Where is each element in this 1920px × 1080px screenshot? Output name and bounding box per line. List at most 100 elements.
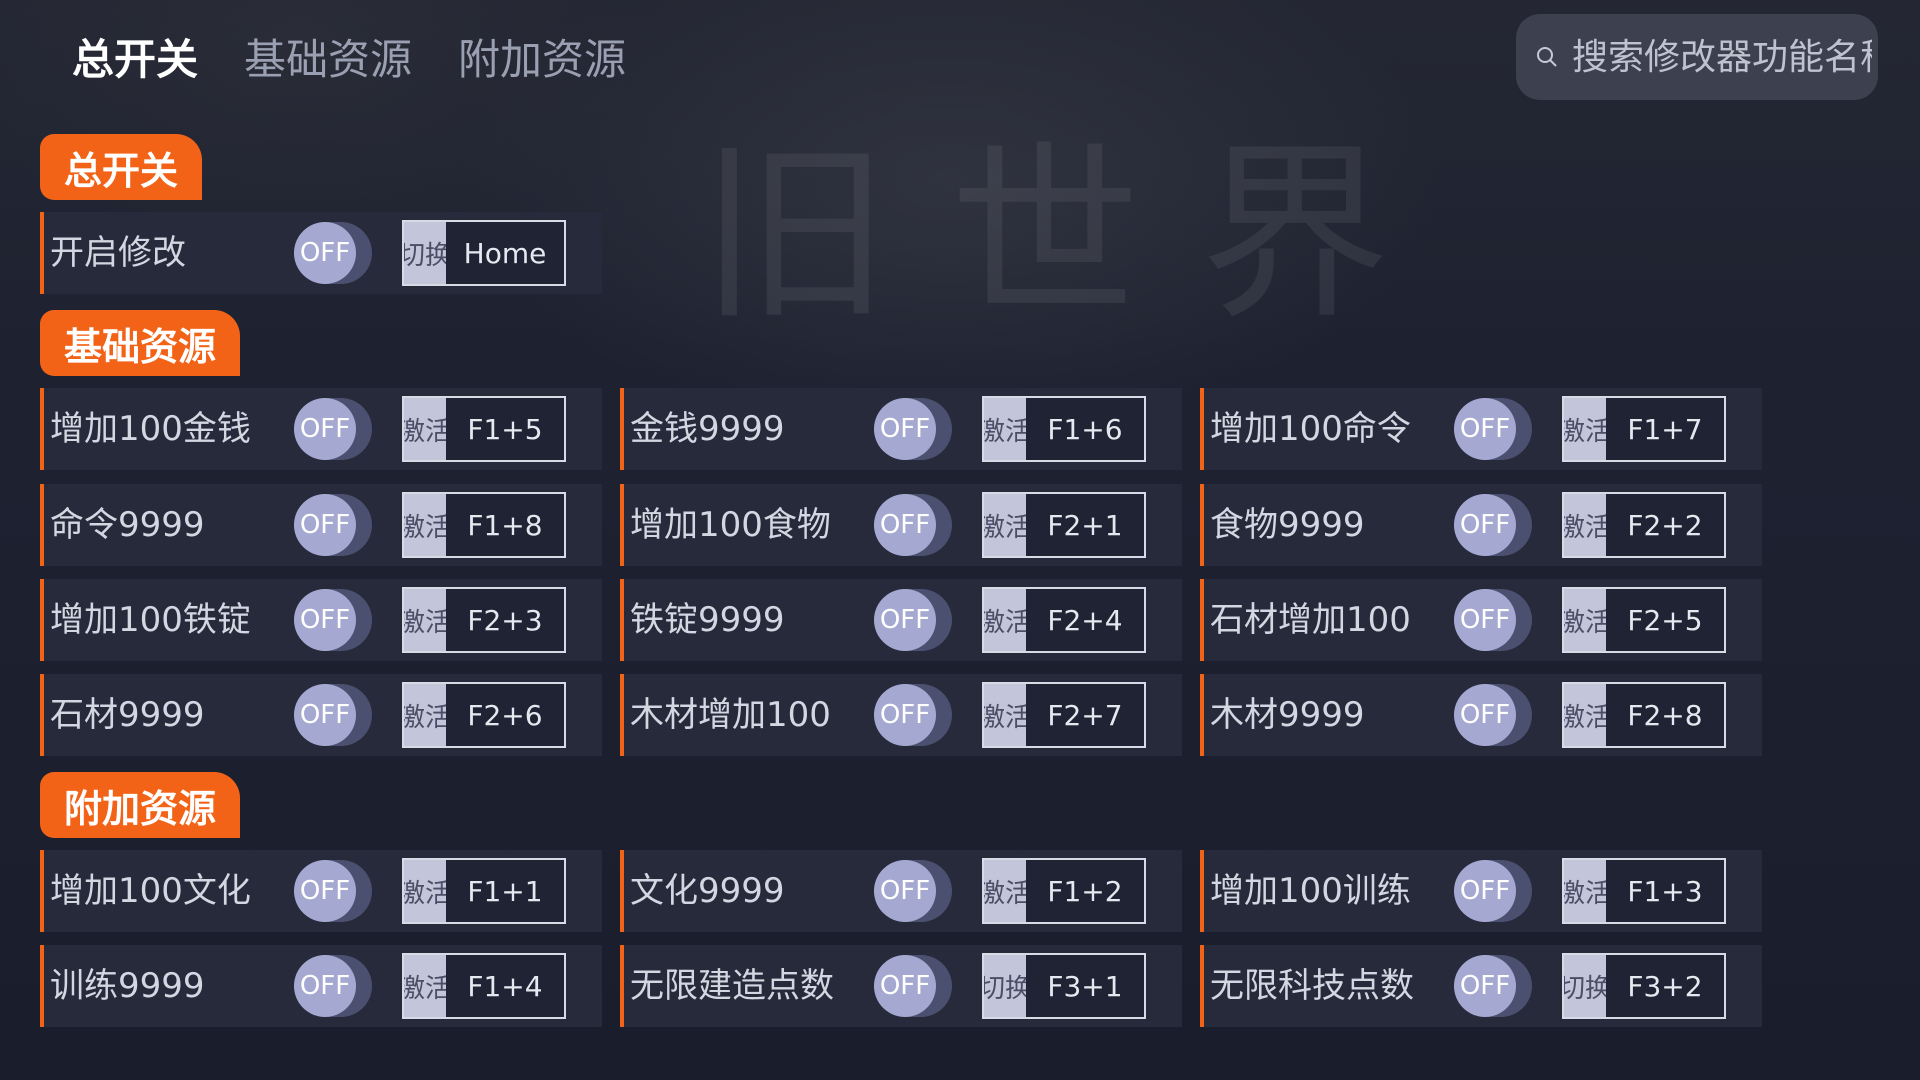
feature-row: 增加100文化 OFF 激活 F1+1 bbox=[40, 850, 602, 932]
feature-label: 增加100命令 bbox=[1210, 409, 1411, 449]
top-nav: 总开关 基础资源 附加资源 bbox=[72, 20, 672, 92]
feature-toggle[interactable]: OFF bbox=[874, 860, 952, 922]
hotkey-field[interactable]: 激活 F2+2 bbox=[1562, 492, 1726, 558]
feature-row: 命令9999 OFF 激活 F1+8 bbox=[40, 484, 602, 566]
hotkey-field[interactable]: 激活 F2+1 bbox=[982, 492, 1146, 558]
feature-row: 增加100金钱 OFF 激活 F1+5 bbox=[40, 388, 602, 470]
feature-label: 文化9999 bbox=[630, 871, 785, 911]
toggle-state-label: OFF bbox=[294, 494, 356, 556]
toggle-state-label: OFF bbox=[874, 589, 936, 651]
hotkey-field[interactable]: 激活 F2+4 bbox=[982, 587, 1146, 653]
feature-toggle[interactable]: OFF bbox=[294, 398, 372, 460]
hotkey-field[interactable]: 激活 F1+5 bbox=[402, 396, 566, 462]
feature-row: 无限科技点数 OFF 切换 F3+2 bbox=[1200, 945, 1762, 1027]
hotkey-field[interactable]: 激活 F2+6 bbox=[402, 682, 566, 748]
feature-toggle[interactable]: OFF bbox=[294, 589, 372, 651]
feature-toggle[interactable]: OFF bbox=[874, 398, 952, 460]
feature-row: 金钱9999 OFF 激活 F1+6 bbox=[620, 388, 1182, 470]
hotkey-mode-label: 激活 bbox=[984, 684, 1026, 746]
tab-extra-resources[interactable]: 附加资源 bbox=[458, 26, 626, 87]
hotkey-mode-label: 激活 bbox=[404, 684, 446, 746]
feature-label: 石材9999 bbox=[50, 695, 205, 735]
hotkey-mode-label: 切换 bbox=[984, 955, 1026, 1017]
feature-toggle[interactable]: OFF bbox=[294, 860, 372, 922]
hotkey-field[interactable]: 激活 F1+7 bbox=[1562, 396, 1726, 462]
feature-label: 增加100铁锭 bbox=[50, 600, 251, 640]
feature-toggle[interactable]: OFF bbox=[1454, 860, 1532, 922]
hotkey-key-label: F2+6 bbox=[467, 698, 543, 732]
hotkey-field[interactable]: 激活 F1+1 bbox=[402, 858, 566, 924]
hotkey-key-label: F2+7 bbox=[1047, 698, 1123, 732]
hotkey-mode-label: 激活 bbox=[1564, 684, 1606, 746]
feature-toggle[interactable]: OFF bbox=[294, 222, 372, 284]
hotkey-key-label: F2+2 bbox=[1627, 508, 1703, 542]
tab-master-switch[interactable]: 总开关 bbox=[72, 26, 198, 87]
feature-toggle[interactable]: OFF bbox=[294, 955, 372, 1017]
feature-label: 开启修改 bbox=[50, 233, 186, 273]
feature-toggle[interactable]: OFF bbox=[874, 494, 952, 556]
feature-toggle[interactable]: OFF bbox=[294, 684, 372, 746]
hotkey-mode-label: 激活 bbox=[404, 955, 446, 1017]
tab-basic-resources[interactable]: 基础资源 bbox=[244, 26, 412, 87]
feature-row: 石材9999 OFF 激活 F2+6 bbox=[40, 674, 602, 756]
feature-row: 增加100铁锭 OFF 激活 F2+3 bbox=[40, 579, 602, 661]
toggle-state-label: OFF bbox=[874, 684, 936, 746]
feature-row: 开启修改 OFF 切换 Home bbox=[40, 212, 602, 294]
feature-label: 增加100食物 bbox=[630, 505, 831, 545]
hotkey-field[interactable]: 激活 F2+3 bbox=[402, 587, 566, 653]
background-watermark: 旧世界 bbox=[700, 124, 1451, 345]
hotkey-mode-label: 激活 bbox=[984, 398, 1026, 460]
feature-toggle[interactable]: OFF bbox=[874, 684, 952, 746]
hotkey-key-label: F2+4 bbox=[1047, 603, 1123, 637]
toggle-state-label: OFF bbox=[1454, 589, 1516, 651]
feature-toggle[interactable]: OFF bbox=[1454, 494, 1532, 556]
hotkey-field[interactable]: 激活 F1+6 bbox=[982, 396, 1146, 462]
feature-label: 命令9999 bbox=[50, 505, 205, 545]
feature-toggle[interactable]: OFF bbox=[874, 955, 952, 1017]
hotkey-field[interactable]: 激活 F2+8 bbox=[1562, 682, 1726, 748]
feature-toggle[interactable]: OFF bbox=[294, 494, 372, 556]
toggle-state-label: OFF bbox=[874, 955, 936, 1017]
feature-label: 木材增加100 bbox=[630, 695, 831, 735]
search-input[interactable] bbox=[1570, 35, 1874, 79]
toggle-state-label: OFF bbox=[294, 684, 356, 746]
hotkey-field[interactable]: 激活 F1+4 bbox=[402, 953, 566, 1019]
feature-label: 无限建造点数 bbox=[630, 966, 834, 1006]
hotkey-key-label: F1+8 bbox=[467, 508, 543, 542]
feature-toggle[interactable]: OFF bbox=[1454, 589, 1532, 651]
hotkey-mode-label: 激活 bbox=[1564, 398, 1606, 460]
feature-row: 增加100训练 OFF 激活 F1+3 bbox=[1200, 850, 1762, 932]
feature-toggle[interactable]: OFF bbox=[874, 589, 952, 651]
toggle-state-label: OFF bbox=[1454, 494, 1516, 556]
feature-label: 金钱9999 bbox=[630, 409, 785, 449]
hotkey-field[interactable]: 切换 F3+2 bbox=[1562, 953, 1726, 1019]
feature-label: 增加100金钱 bbox=[50, 409, 251, 449]
feature-toggle[interactable]: OFF bbox=[1454, 684, 1532, 746]
toggle-state-label: OFF bbox=[1454, 860, 1516, 922]
feature-row: 木材增加100 OFF 激活 F2+7 bbox=[620, 674, 1182, 756]
hotkey-field[interactable]: 激活 F1+3 bbox=[1562, 858, 1726, 924]
hotkey-field[interactable]: 激活 F1+8 bbox=[402, 492, 566, 558]
feature-toggle[interactable]: OFF bbox=[1454, 955, 1532, 1017]
toggle-state-label: OFF bbox=[294, 222, 356, 284]
section-title-basic: 基础资源 bbox=[40, 310, 241, 376]
hotkey-field[interactable]: 激活 F2+5 bbox=[1562, 587, 1726, 653]
feature-toggle[interactable]: OFF bbox=[1454, 398, 1532, 460]
hotkey-mode-label: 激活 bbox=[404, 494, 446, 556]
hotkey-field[interactable]: 切换 Home bbox=[402, 220, 566, 286]
hotkey-key-label: F1+3 bbox=[1627, 874, 1703, 908]
hotkey-key-label: F1+6 bbox=[1047, 412, 1123, 446]
hotkey-field[interactable]: 激活 F1+2 bbox=[982, 858, 1146, 924]
toggle-state-label: OFF bbox=[874, 494, 936, 556]
toggle-state-label: OFF bbox=[1454, 398, 1516, 460]
hotkey-field[interactable]: 切换 F3+1 bbox=[982, 953, 1146, 1019]
hotkey-field[interactable]: 激活 F2+7 bbox=[982, 682, 1146, 748]
feature-label: 无限科技点数 bbox=[1210, 966, 1414, 1006]
hotkey-mode-label: 激活 bbox=[404, 860, 446, 922]
hotkey-mode-label: 切换 bbox=[1564, 955, 1606, 1017]
toggle-state-label: OFF bbox=[294, 589, 356, 651]
hotkey-mode-label: 激活 bbox=[1564, 860, 1606, 922]
search-box[interactable] bbox=[1516, 14, 1878, 100]
feature-label: 食物9999 bbox=[1210, 505, 1365, 545]
section-title-extra: 附加资源 bbox=[40, 772, 241, 838]
